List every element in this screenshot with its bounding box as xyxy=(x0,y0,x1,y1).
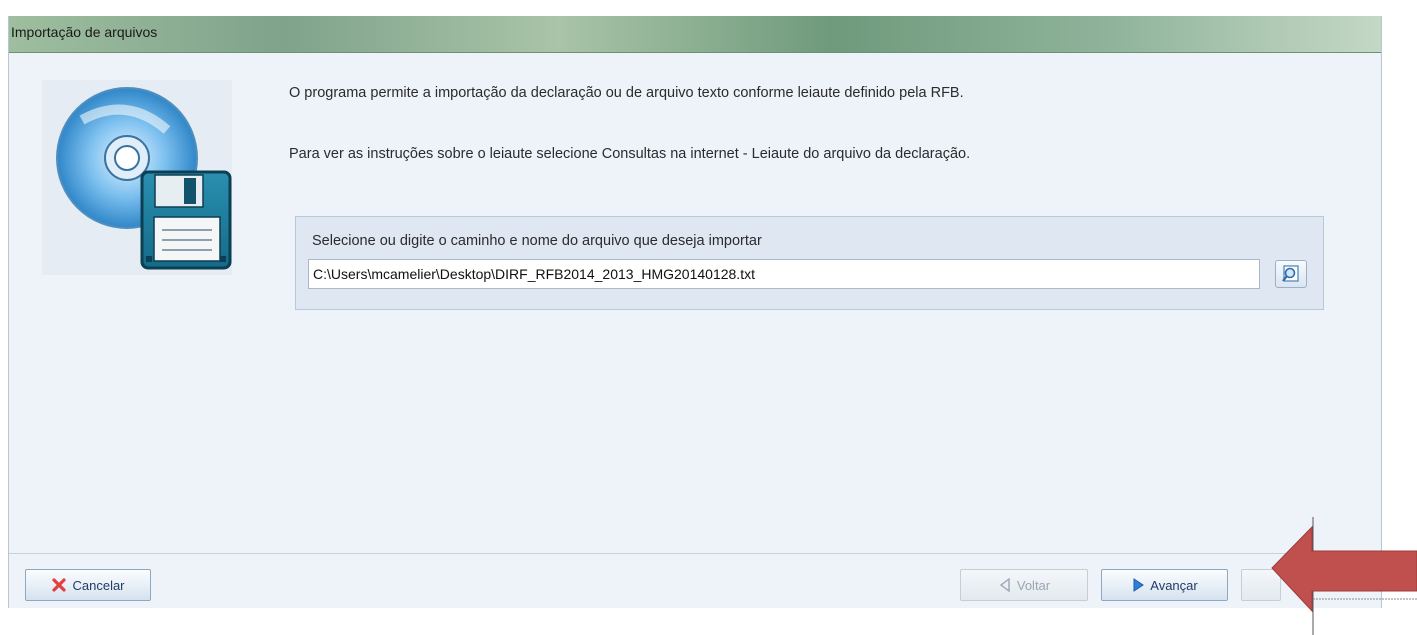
file-selection-panel: Selecione ou digite o caminho e nome do … xyxy=(295,216,1324,310)
cd-floppy-import-icon xyxy=(42,80,232,275)
file-path-label: Selecione ou digite o caminho e nome do … xyxy=(312,233,762,249)
layout-instructions: Para ver as instruções sobre o leiaute s… xyxy=(289,146,971,162)
dialog-content: O programa permite a importação da decla… xyxy=(9,53,1381,553)
triangle-right-icon xyxy=(1131,577,1145,593)
import-description: O programa permite a importação da decla… xyxy=(289,85,964,101)
cancel-button[interactable]: Cancelar xyxy=(25,569,151,601)
annotation-arrow xyxy=(1271,517,1417,635)
title-bar: Importação de arquivos xyxy=(9,16,1381,53)
next-label: Avançar xyxy=(1150,577,1198,593)
browse-button[interactable] xyxy=(1275,260,1307,288)
window-title: Importação de arquivos xyxy=(11,24,158,40)
red-x-icon xyxy=(51,577,67,593)
footer-separator xyxy=(9,553,1381,554)
file-path-input[interactable] xyxy=(308,259,1260,289)
triangle-left-icon xyxy=(998,577,1012,593)
import-dialog: Importação de arquivos O programa permit… xyxy=(8,16,1382,608)
back-button[interactable]: Voltar xyxy=(960,569,1088,601)
next-button[interactable]: Avançar xyxy=(1101,569,1228,601)
browse-file-icon xyxy=(1276,265,1306,291)
cancel-label: Cancelar xyxy=(72,577,125,593)
back-label: Voltar xyxy=(1016,577,1051,593)
